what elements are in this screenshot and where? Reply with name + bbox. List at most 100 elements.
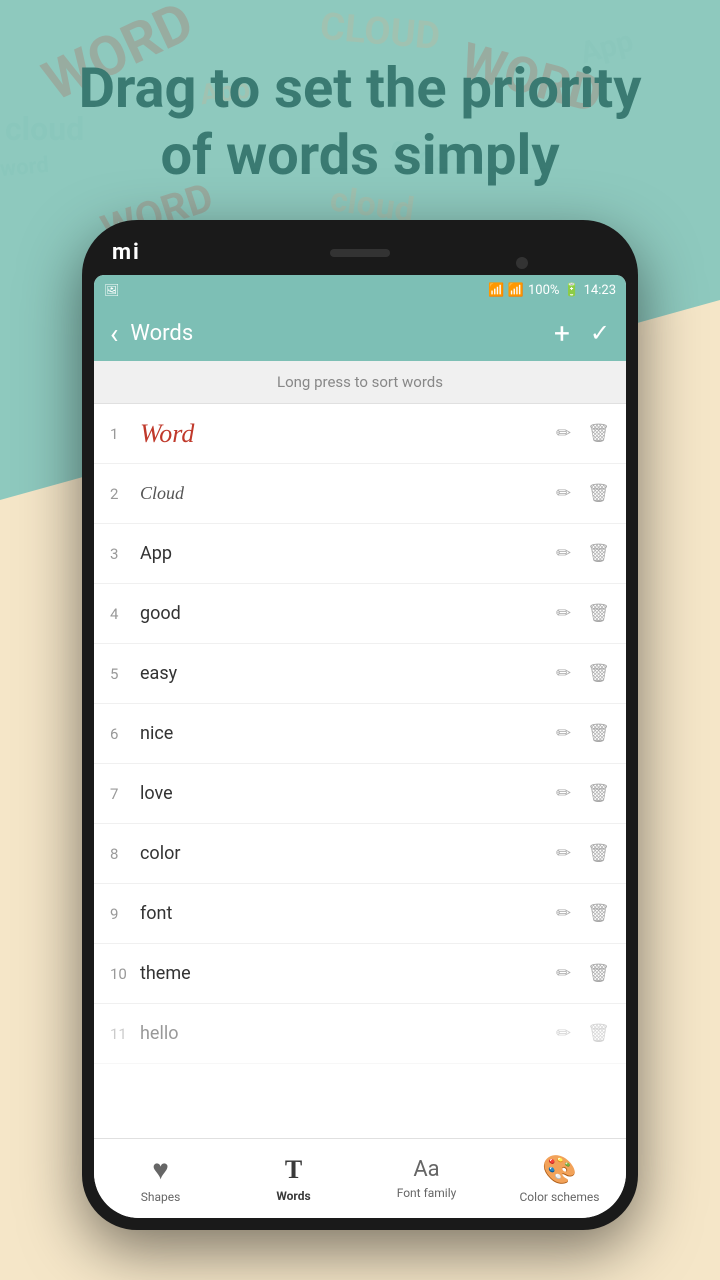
word-actions: ✏ 🗑: [556, 543, 610, 564]
mi-logo: mi: [112, 240, 141, 265]
word-actions: ✏ 🗑: [556, 783, 610, 804]
nav-label-font-family: Font family: [397, 1186, 457, 1200]
word-actions: ✏ 🗑: [556, 963, 610, 984]
word-number: 9: [110, 905, 140, 923]
edit-icon[interactable]: ✏: [556, 903, 571, 924]
word-number: 1: [110, 425, 140, 443]
edit-icon[interactable]: ✏: [556, 783, 571, 804]
word-text: hello: [140, 1023, 556, 1044]
hero-title: Drag to set the priority: [0, 55, 720, 122]
nav-item-color-schemes[interactable]: 🎨 Color schemes: [493, 1145, 626, 1212]
word-actions: ✏ 🗑: [556, 483, 610, 504]
phone-frame: mi 🖼 📶 📶 100% 🔋 14:23 ‹ Words: [82, 220, 638, 1230]
word-text: font: [140, 903, 556, 924]
phone-screen: 🖼 📶 📶 100% 🔋 14:23 ‹ Words + ✓: [94, 275, 626, 1218]
word-number: 5: [110, 665, 140, 683]
word-number: 2: [110, 485, 140, 503]
edit-icon[interactable]: ✏: [556, 663, 571, 684]
hero-subtitle: of words simply: [0, 122, 720, 189]
word-number: 11: [110, 1025, 140, 1043]
delete-icon[interactable]: 🗑: [587, 843, 610, 864]
word-text: nice: [140, 723, 556, 744]
battery-icon: 🔋: [563, 283, 579, 298]
hint-bar: Long press to sort words: [94, 361, 626, 404]
word-item: 2 Cloud ✏ 🗑: [94, 464, 626, 524]
word-item: 5 easy ✏ 🗑: [94, 644, 626, 704]
header-actions: + ✓: [554, 317, 610, 350]
word-item: 7 love ✏ 🗑: [94, 764, 626, 824]
battery-level: 100%: [528, 283, 559, 298]
delete-icon[interactable]: 🗑: [587, 783, 610, 804]
phone-speaker: [330, 249, 390, 257]
hint-text: Long press to sort words: [277, 373, 443, 391]
confirm-button[interactable]: ✓: [590, 319, 610, 347]
delete-icon[interactable]: 🗑: [587, 483, 610, 504]
add-word-button[interactable]: +: [554, 317, 570, 350]
word-list: 1 Word ✏ 🗑 2 Cloud ✏ 🗑: [94, 404, 626, 1218]
word-actions: ✏ 🗑: [556, 1023, 610, 1044]
word-item: 8 color ✏ 🗑: [94, 824, 626, 884]
word-text: love: [140, 783, 556, 804]
edit-icon[interactable]: ✏: [556, 723, 571, 744]
word-number: 6: [110, 725, 140, 743]
delete-icon[interactable]: 🗑: [587, 603, 610, 624]
word-item-partial: 11 hello ✏ 🗑: [94, 1004, 626, 1064]
edit-icon[interactable]: ✏: [556, 1023, 571, 1044]
delete-icon[interactable]: 🗑: [587, 663, 610, 684]
word-item: 1 Word ✏ 🗑: [94, 404, 626, 464]
word-item: 3 App ✏ 🗑: [94, 524, 626, 584]
font-family-icon: Aa: [413, 1157, 439, 1182]
word-text: color: [140, 843, 556, 864]
signal-icons: 📶 📶: [488, 283, 524, 298]
app-header: ‹ Words + ✓: [94, 305, 626, 361]
edit-icon[interactable]: ✏: [556, 603, 571, 624]
word-text: Word: [140, 419, 556, 449]
word-item: 9 font ✏ 🗑: [94, 884, 626, 944]
edit-icon[interactable]: ✏: [556, 843, 571, 864]
delete-icon[interactable]: 🗑: [587, 543, 610, 564]
delete-icon[interactable]: 🗑: [587, 963, 610, 984]
notification-icon: 🖼: [104, 283, 119, 297]
shapes-icon: ♥: [152, 1153, 169, 1186]
word-number: 7: [110, 785, 140, 803]
delete-icon[interactable]: 🗑: [587, 723, 610, 744]
bottom-nav: ♥ Shapes T Words Aa Font family 🎨 Color …: [94, 1138, 626, 1218]
delete-icon[interactable]: 🗑: [587, 423, 610, 444]
phone-top-bar: mi: [112, 235, 608, 270]
phone-camera: [516, 257, 528, 269]
word-text: App: [140, 543, 556, 564]
words-icon: T: [285, 1155, 302, 1185]
word-text: Cloud: [140, 483, 556, 504]
nav-item-words[interactable]: T Words: [227, 1147, 360, 1211]
word-item: 4 good ✏ 🗑: [94, 584, 626, 644]
delete-icon[interactable]: 🗑: [587, 903, 610, 924]
nav-item-shapes[interactable]: ♥ Shapes: [94, 1145, 227, 1212]
word-text: easy: [140, 663, 556, 684]
status-right: 📶 📶 100% 🔋 14:23: [488, 283, 616, 298]
word-number: 8: [110, 845, 140, 863]
word-actions: ✏ 🗑: [556, 843, 610, 864]
nav-label-shapes: Shapes: [141, 1190, 181, 1204]
word-number: 10: [110, 965, 140, 983]
edit-icon[interactable]: ✏: [556, 423, 571, 444]
delete-icon[interactable]: 🗑: [587, 1023, 610, 1044]
status-bar: 🖼 📶 📶 100% 🔋 14:23: [94, 275, 626, 305]
back-button[interactable]: ‹: [110, 317, 118, 350]
nav-label-color-schemes: Color schemes: [520, 1190, 600, 1204]
status-left: 🖼: [104, 283, 119, 297]
color-schemes-icon: 🎨: [542, 1153, 577, 1186]
edit-icon[interactable]: ✏: [556, 483, 571, 504]
word-text: good: [140, 603, 556, 624]
word-item: 6 nice ✏ 🗑: [94, 704, 626, 764]
word-actions: ✏ 🗑: [556, 423, 610, 444]
screen-content: 🖼 📶 📶 100% 🔋 14:23 ‹ Words + ✓: [94, 275, 626, 1218]
nav-item-font-family[interactable]: Aa Font family: [360, 1149, 493, 1208]
edit-icon[interactable]: ✏: [556, 963, 571, 984]
nav-label-words: Words: [276, 1189, 310, 1203]
header-title: Words: [130, 321, 554, 346]
edit-icon[interactable]: ✏: [556, 543, 571, 564]
word-actions: ✏ 🗑: [556, 663, 610, 684]
hero-text: Drag to set the priority of words simply: [0, 55, 720, 189]
word-actions: ✏ 🗑: [556, 603, 610, 624]
word-number: 4: [110, 605, 140, 623]
